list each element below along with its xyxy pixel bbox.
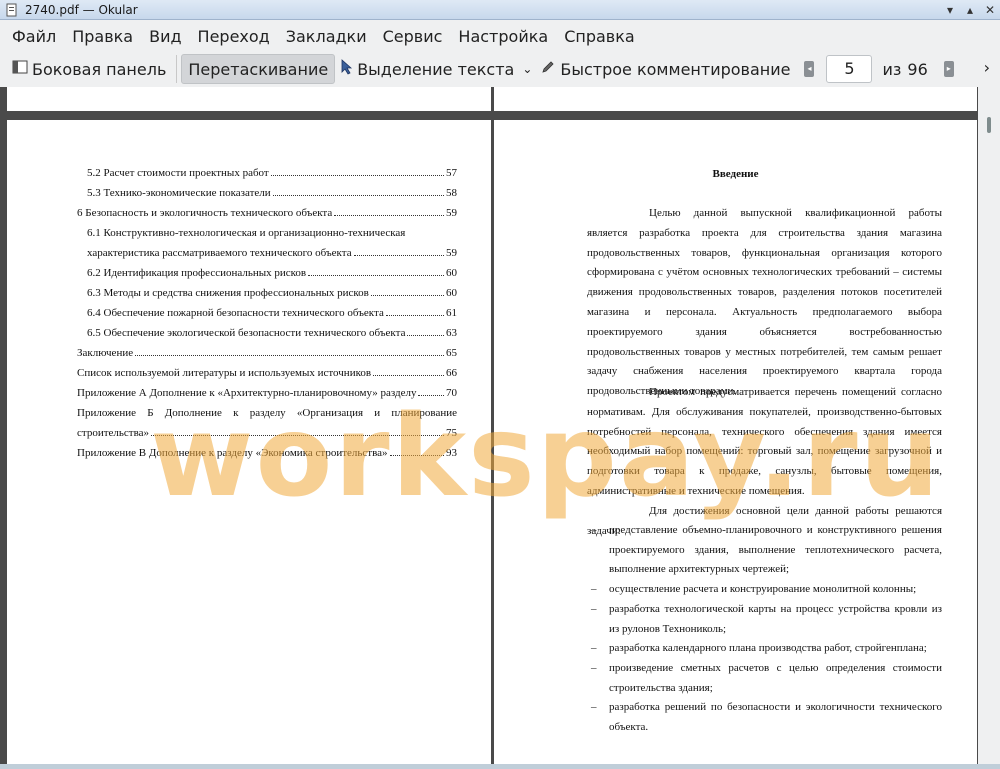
page-number-input[interactable]: 5 bbox=[826, 55, 873, 83]
next-page-icon[interactable]: ▸ bbox=[943, 61, 954, 77]
previous-page-right bbox=[494, 87, 977, 111]
menu-edit[interactable]: Правка bbox=[64, 24, 141, 49]
toc-entry[interactable]: Список используемой литературы и использ… bbox=[77, 367, 457, 379]
toc-entry[interactable]: 6.1 Конструктивно-технологическая и орга… bbox=[87, 227, 405, 239]
list-item: – произведение сметных расчетов с целью о… bbox=[591, 662, 942, 694]
quick-annotation-button[interactable]: Быстрое комментирование bbox=[534, 54, 796, 84]
document-view[interactable]: 5.2 Расчет стоимости проектных работ 57 5… bbox=[0, 87, 1000, 769]
maximize-icon[interactable]: ▴ bbox=[960, 3, 980, 17]
previous-page-icon[interactable]: ◂ bbox=[804, 61, 815, 77]
toc-entry[interactable]: 6.4 Обеспечение пожарной безопасности те… bbox=[87, 307, 457, 319]
toc-entry[interactable]: Приложение А Дополнение к «Архитектурно-… bbox=[77, 387, 457, 399]
text-selection-tool-button[interactable]: Выделение текста bbox=[335, 54, 520, 84]
scrollbar-thumb[interactable] bbox=[987, 117, 991, 133]
toc-entry[interactable]: Заключение 65 bbox=[77, 347, 457, 359]
quick-annotation-label: Быстрое комментирование bbox=[560, 59, 791, 79]
chevron-down-icon: ⌄ bbox=[522, 62, 533, 76]
list-item: – разработка технологической карты на про… bbox=[591, 603, 942, 635]
browse-tool-button[interactable]: Перетаскивание bbox=[181, 54, 336, 84]
toc-entry[interactable]: 5.2 Расчет стоимости проектных работ 57 bbox=[87, 167, 457, 179]
cursor-arrow-icon bbox=[341, 59, 353, 79]
annotation-pen-icon bbox=[540, 59, 556, 79]
sidebar-toggle-button[interactable]: Боковая панель bbox=[6, 54, 172, 84]
menu-help[interactable]: Справка bbox=[556, 24, 643, 49]
toc-entry[interactable]: характеристика рассматриваемого техничес… bbox=[87, 247, 457, 259]
toc-entry[interactable]: Приложение Б Дополнение к разделу «Орган… bbox=[77, 407, 457, 419]
menu-bar: Файл Правка Вид Переход Закладки Сервис … bbox=[0, 21, 1000, 51]
main-toolbar: Боковая панель Перетаскивание Выделение … bbox=[0, 52, 1000, 86]
vertical-scrollbar[interactable] bbox=[978, 87, 1000, 769]
okular-app-icon bbox=[5, 3, 19, 17]
menu-go[interactable]: Переход bbox=[190, 24, 278, 49]
page-of-label: из bbox=[882, 59, 902, 79]
intro-paragraph: Проектом предусматривается перечень поме… bbox=[587, 386, 942, 497]
menu-bookmarks[interactable]: Закладки bbox=[278, 24, 375, 49]
toc-entry[interactable]: 6.2 Идентификация профессиональных риско… bbox=[87, 267, 457, 279]
toc-entry[interactable]: Приложение В Дополнение к разделу «Эконо… bbox=[77, 447, 457, 459]
toc-entry[interactable]: 6.5 Обеспечение экологической безопаснос… bbox=[87, 327, 457, 339]
toc-entry[interactable]: строительства» 75 bbox=[77, 427, 457, 439]
list-item: – разработка решений по безопасности и эк… bbox=[591, 701, 942, 733]
toc-entry[interactable]: 5.3 Технико-экономические показатели 58 bbox=[87, 187, 457, 199]
menu-file[interactable]: Файл bbox=[4, 24, 64, 49]
previous-page-left bbox=[7, 87, 491, 111]
sidebar-toggle-label: Боковая панель bbox=[32, 59, 167, 79]
section-heading: Введение bbox=[712, 168, 759, 180]
annotation-dropdown-button[interactable]: ⌄ bbox=[520, 54, 534, 84]
page-introduction: Введение Целью данной выпускной квалифик… bbox=[494, 120, 977, 769]
toolbar-separator bbox=[176, 55, 178, 83]
sidebar-icon bbox=[12, 59, 28, 79]
browse-tool-label: Перетаскивание bbox=[188, 59, 329, 79]
title-bar: 2740.pdf — Okular ▾ ▴ ✕ bbox=[0, 0, 1000, 20]
menu-settings[interactable]: Настройка bbox=[450, 24, 556, 49]
minimize-icon[interactable]: ▾ bbox=[940, 3, 960, 17]
bottom-strip bbox=[0, 764, 1000, 769]
list-item: – разработка календарного плана производс… bbox=[591, 642, 927, 654]
window-title: 2740.pdf — Okular bbox=[25, 2, 138, 17]
list-item: – представление объемно-планировочного и … bbox=[591, 524, 942, 576]
menu-tools[interactable]: Сервис bbox=[375, 24, 451, 49]
page-table-of-contents: 5.2 Расчет стоимости проектных работ 57 5… bbox=[7, 120, 491, 769]
close-icon[interactable]: ✕ bbox=[980, 3, 1000, 17]
intro-paragraph: Целью данной выпускной квалификационной … bbox=[587, 207, 942, 398]
toc-entry[interactable]: 6.3 Методы и средства снижения профессио… bbox=[87, 287, 457, 299]
toolbar-overflow-icon[interactable]: › bbox=[984, 58, 990, 77]
toc-entry[interactable]: 6 Безопасность и экологичность техническ… bbox=[77, 207, 457, 219]
list-item: – осуществление расчета и конструирование… bbox=[591, 583, 917, 595]
text-selection-tool-label: Выделение текста bbox=[357, 59, 515, 79]
total-pages-label: 96 bbox=[907, 59, 928, 79]
menu-view[interactable]: Вид bbox=[141, 24, 189, 49]
